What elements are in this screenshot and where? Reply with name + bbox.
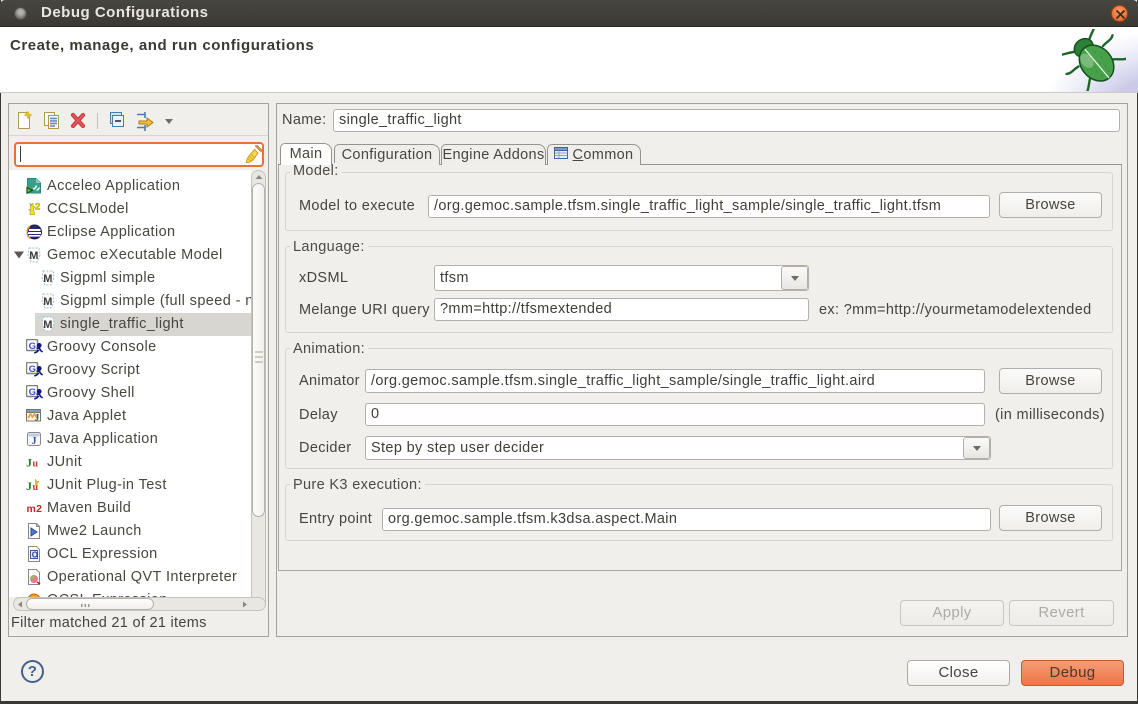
svg-text:G: G — [29, 387, 37, 398]
svg-text:M: M — [43, 319, 53, 331]
svg-text:M: M — [29, 250, 39, 262]
svg-text:2: 2 — [35, 202, 41, 213]
svg-text:M: M — [43, 273, 53, 285]
svg-text:u: u — [33, 459, 39, 470]
svg-text:M: M — [43, 296, 53, 308]
svg-text:J: J — [26, 479, 32, 493]
svg-text:J: J — [32, 436, 37, 447]
svg-text:G: G — [29, 364, 37, 375]
svg-text:J: J — [26, 456, 32, 470]
svg-text:J: J — [35, 414, 40, 424]
svg-text:O: O — [32, 551, 39, 560]
svg-text:G: G — [29, 341, 37, 352]
svg-text:m2: m2 — [27, 503, 43, 515]
